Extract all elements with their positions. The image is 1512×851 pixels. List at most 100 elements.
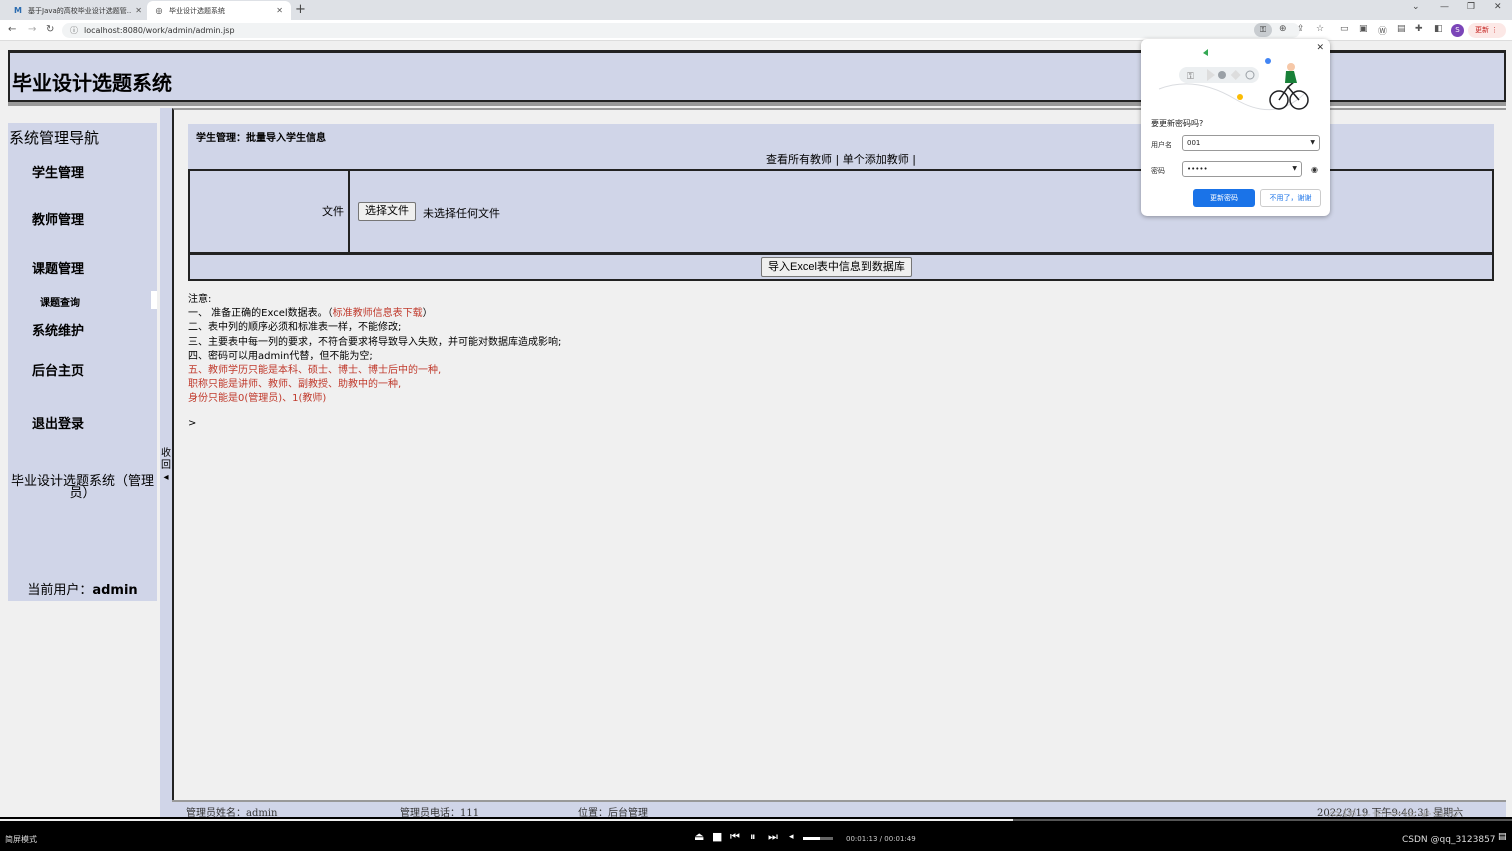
note-text: 一、 准备正确的Excel数据表。（ xyxy=(188,308,333,320)
pause-icon[interactable]: ⏸ xyxy=(750,830,756,844)
username-select[interactable]: 001 ▼ xyxy=(1182,135,1320,151)
current-user-label: 当前用户： xyxy=(27,583,93,598)
browser-tab-2[interactable]: ◎ 毕业设计选题系统 ✕ xyxy=(147,1,291,20)
menu-icon[interactable]: ▤ xyxy=(1498,832,1507,842)
volume-slider[interactable] xyxy=(803,837,833,840)
current-user-name: admin xyxy=(92,583,138,598)
sidebar-empty-area xyxy=(8,601,157,817)
update-password-button[interactable]: 更新密码 xyxy=(1193,189,1255,207)
page-footer: 管理员姓名：admin 管理员电话：111 位置：后台管理 2022/3/19 … xyxy=(172,800,1506,819)
update-browser-button[interactable]: 更新 ⋮ xyxy=(1468,23,1506,38)
side-panel-icon[interactable]: ◧ xyxy=(1434,24,1443,34)
sidebar-item-logout[interactable]: 退出登录 xyxy=(32,413,84,432)
url-text: localhost:8080/work/admin/admin.jsp xyxy=(84,26,235,35)
note-line-7: 身份只能是0(管理员)、1(教师) xyxy=(188,393,327,405)
sidebar-item-system-maintenance[interactable]: 系统维护 xyxy=(32,320,84,339)
password-value: ••••• xyxy=(1187,165,1208,173)
browser-toolbar: ← → ↻ ⓘ localhost:8080/work/admin/admin.… xyxy=(0,20,1512,41)
note-line-6: 职称只能是讲师、教师、副教授、助教中的一种, xyxy=(188,379,402,391)
dismiss-button[interactable]: 不用了，谢谢 xyxy=(1260,189,1321,207)
new-tab-icon[interactable]: + xyxy=(295,2,306,17)
close-tab-icon[interactable]: ✕ xyxy=(135,6,142,15)
zoom-icon[interactable]: ⊕ xyxy=(1279,24,1287,34)
extension-icon[interactable]: ▣ xyxy=(1359,24,1368,34)
profile-avatar[interactable]: S xyxy=(1451,24,1464,37)
svg-text:⚿: ⚿ xyxy=(1187,72,1194,82)
site-info-icon[interactable]: ⓘ xyxy=(70,23,78,38)
sidebar-item-student-mgmt[interactable]: 学生管理 xyxy=(32,162,84,181)
volume-icon[interactable]: ◂ xyxy=(789,832,794,842)
sidebar-subitem-topic-query[interactable]: 课题查询 xyxy=(40,294,80,309)
import-excel-button[interactable]: 导入Excel表中信息到数据库 xyxy=(761,257,912,277)
tab-title: 基于Java的高校毕业设计选题管... xyxy=(28,6,132,15)
extension-icon[interactable]: ▤ xyxy=(1397,24,1406,34)
password-label: 密码 xyxy=(1151,167,1165,175)
address-bar[interactable]: ⓘ localhost:8080/work/admin/admin.jsp xyxy=(62,23,1300,38)
show-password-eye-icon[interactable]: ◉ xyxy=(1311,165,1318,174)
sidebar-title: 系统管理导航 xyxy=(9,129,100,147)
template-download-link[interactable]: 标准教师信息表下载 xyxy=(333,308,423,319)
sidebar: 系统管理导航 学生管理 教师管理 课题管理 课题查询 系统维护 后台主页 退出登… xyxy=(8,123,157,601)
stop-icon[interactable]: ■ xyxy=(712,830,722,843)
update-label: 更新 xyxy=(1475,26,1489,34)
sidebar-scroll-marker xyxy=(151,291,157,309)
close-window-icon[interactable]: ✕ xyxy=(1494,2,1502,12)
site-favicon-icon: M xyxy=(14,5,22,15)
current-user: 当前用户：admin xyxy=(8,579,157,598)
collapse-text: 收回 xyxy=(161,448,171,471)
previous-icon[interactable]: ⏮ xyxy=(730,830,740,844)
extension-icon[interactable]: Ⓦ xyxy=(1378,24,1387,37)
tab-search-icon[interactable]: ⌄ xyxy=(1412,2,1420,12)
sidebar-collapse-toggle[interactable]: 收回 ◂ xyxy=(160,108,172,817)
panel-title: 学生管理：批量导入学生信息 xyxy=(196,133,326,144)
choose-file-button[interactable]: 选择文件 xyxy=(358,202,416,221)
playback-progress-bar[interactable] xyxy=(0,819,1512,821)
restore-icon[interactable]: ❐ xyxy=(1467,2,1475,12)
close-tab-icon[interactable]: ✕ xyxy=(276,6,283,15)
popup-question: 要更新密码吗? xyxy=(1151,119,1204,128)
file-status: 未选择任何文件 xyxy=(423,207,500,220)
extension-icon[interactable]: ▭ xyxy=(1340,24,1349,34)
screen-mode-label[interactable]: 简屏模式 xyxy=(5,834,37,845)
note-line-4: 四、密码可以用admin代替，但不能为空; xyxy=(188,350,373,362)
sidebar-item-admin-home[interactable]: 后台主页 xyxy=(32,360,84,379)
notes-heading: 注意: xyxy=(188,294,212,305)
source-label: CSDN @qq_3123857 xyxy=(1402,835,1496,845)
sidebar-item-topic-mgmt[interactable]: 课题管理 xyxy=(32,258,84,277)
password-update-popup: ✕ ⚿ 要更新密码吗? 用户名 001 ▼ 密码 ••••• ▼ ◉ 更新密码 … xyxy=(1141,39,1330,216)
collapse-label: 收回 ◂ xyxy=(160,448,172,484)
collapse-arrow-icon: ◂ xyxy=(163,472,169,483)
key-icon[interactable]: ⚿ xyxy=(1254,23,1272,37)
forward-icon[interactable]: → xyxy=(28,24,36,35)
system-role-name: 毕业设计选题系统（管理员） xyxy=(10,474,154,501)
share-icon[interactable]: ⇪ xyxy=(1297,24,1305,34)
username-label: 用户名 xyxy=(1151,141,1172,149)
video-player-bar: 简屏模式 ⏏ ■ ⏮ ⏸ ⏭ ◂ 00:01:13 / 00:01:49 CSD… xyxy=(0,817,1512,851)
minimize-icon[interactable]: — xyxy=(1440,2,1449,12)
tab-title: 毕业设计选题系统 xyxy=(169,6,225,15)
password-select[interactable]: ••••• ▼ xyxy=(1182,161,1302,177)
note-line-3: 三、主要表中每一列的要求，不符合要求将导致导入失败，并可能对数据库造成影响; xyxy=(188,336,562,348)
page-title: 毕业设计选题系统 xyxy=(12,71,172,95)
progress-fill xyxy=(0,819,1014,821)
eject-icon[interactable]: ⏏ xyxy=(694,830,704,843)
volume-fill xyxy=(803,837,820,840)
reload-icon[interactable]: ↻ xyxy=(46,24,54,35)
next-icon[interactable]: ⏭ xyxy=(768,830,778,844)
back-icon[interactable]: ← xyxy=(8,24,16,35)
note-text: ） xyxy=(422,308,433,320)
sidebar-item-teacher-mgmt[interactable]: 教师管理 xyxy=(32,209,84,228)
file-label: 文件 xyxy=(190,171,350,252)
close-icon[interactable]: ✕ xyxy=(1316,43,1324,53)
browser-tab-bar: M 基于Java的高校毕业设计选题管... ✕ ◎ 毕业设计选题系统 ✕ + ⌄… xyxy=(0,0,1512,20)
import-notes: 注意: 一、 准备正确的Excel数据表。（标准教师信息表下载） 二、表中列的顺… xyxy=(188,293,561,407)
note-line-5: 五、教师学历只能是本科、硕士、博士、博士后中的一种, xyxy=(188,365,442,377)
note-line-2: 二、表中列的顺序必须和标准表一样，不能修改; xyxy=(188,322,402,334)
bookmark-star-icon[interactable]: ☆ xyxy=(1316,24,1324,34)
dropdown-arrow-icon: ▼ xyxy=(1292,165,1297,172)
trailing-text: > xyxy=(188,418,197,429)
browser-tab-1[interactable]: M 基于Java的高校毕业设计选题管... ✕ xyxy=(6,1,150,20)
note-line-1: 一、 准备正确的Excel数据表。（标准教师信息表下载） xyxy=(188,307,561,321)
username-value: 001 xyxy=(1187,139,1201,147)
puzzle-icon[interactable]: ✚ xyxy=(1415,24,1423,34)
